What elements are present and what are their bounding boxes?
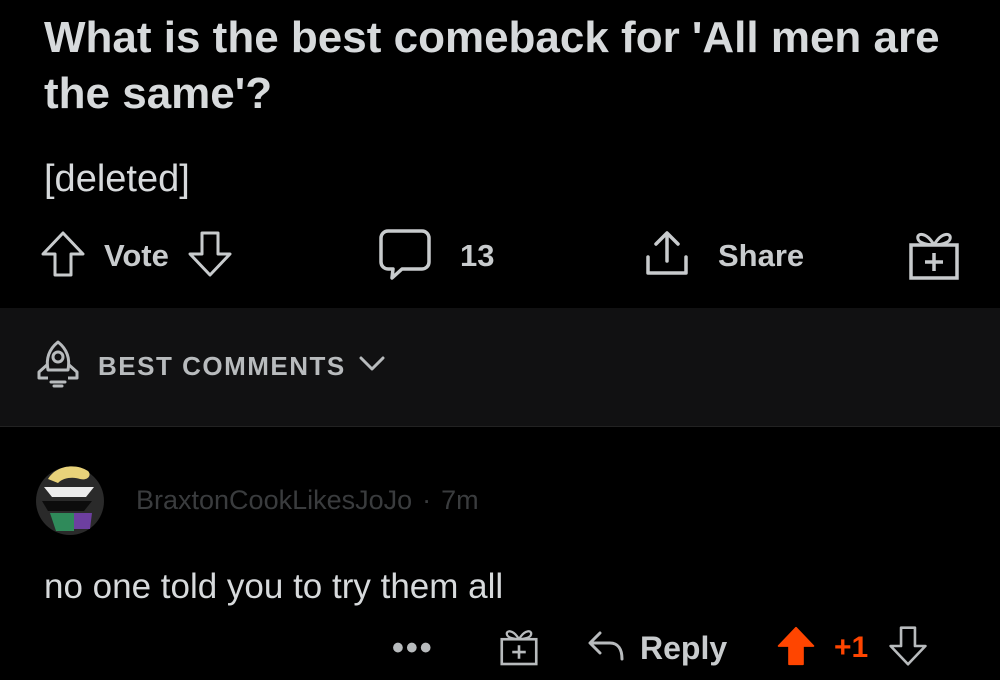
chevron-down-icon <box>358 354 386 379</box>
comment-vote-group: +1 <box>776 623 928 673</box>
meta-separator: · <box>422 485 432 515</box>
post-title: What is the best comeback for 'All men a… <box>44 13 940 118</box>
sort-bar: BEST COMMENTS <box>0 308 1000 427</box>
reply-button[interactable]: Reply <box>586 623 727 673</box>
arrow-up-icon[interactable] <box>776 625 816 672</box>
arrow-down-icon[interactable] <box>888 625 928 672</box>
comments-count: 13 <box>460 238 495 273</box>
award-gift-icon <box>906 227 962 286</box>
comment-score: +1 <box>834 631 869 664</box>
post-action-bar: Vote 13 Share <box>0 226 1000 286</box>
post-header: What is the best comeback for 'All men a… <box>0 0 1000 308</box>
comment-meta: BraxtonCookLikesJoJo · 7m <box>136 485 479 516</box>
arrow-down-icon[interactable] <box>187 230 233 283</box>
comment-username[interactable]: BraxtonCookLikesJoJo <box>136 485 412 515</box>
vote-label: Vote <box>104 238 169 273</box>
arrow-up-icon[interactable] <box>40 230 86 283</box>
reply-label: Reply <box>640 629 728 666</box>
more-dots-icon: ••• <box>392 628 434 667</box>
rocket-icon <box>32 338 84 395</box>
vote-group: Vote <box>40 226 233 286</box>
comment-age: 7m <box>441 485 479 515</box>
award-gift-icon <box>498 625 540 672</box>
share-icon <box>642 229 692 284</box>
reply-arrow-icon <box>586 629 626 668</box>
comment-award-button[interactable] <box>498 625 540 671</box>
comments-button[interactable]: 13 <box>378 226 494 286</box>
comment-action-bar: ••• Reply +1 <box>0 623 1000 673</box>
comment-text: no one told you to try them all <box>44 567 504 606</box>
comment-bubble-icon <box>378 227 432 286</box>
sort-dropdown[interactable]: BEST COMMENTS <box>32 338 386 395</box>
award-button[interactable] <box>906 228 962 284</box>
comment-item: BraxtonCookLikesJoJo · 7m no one told you … <box>0 427 1000 680</box>
more-options-button[interactable]: ••• <box>392 623 434 673</box>
share-label: Share <box>718 238 805 273</box>
post-body: [deleted] <box>44 158 190 200</box>
sort-label: BEST COMMENTS <box>98 351 346 381</box>
share-button[interactable]: Share <box>642 226 804 286</box>
avatar[interactable] <box>34 457 116 539</box>
